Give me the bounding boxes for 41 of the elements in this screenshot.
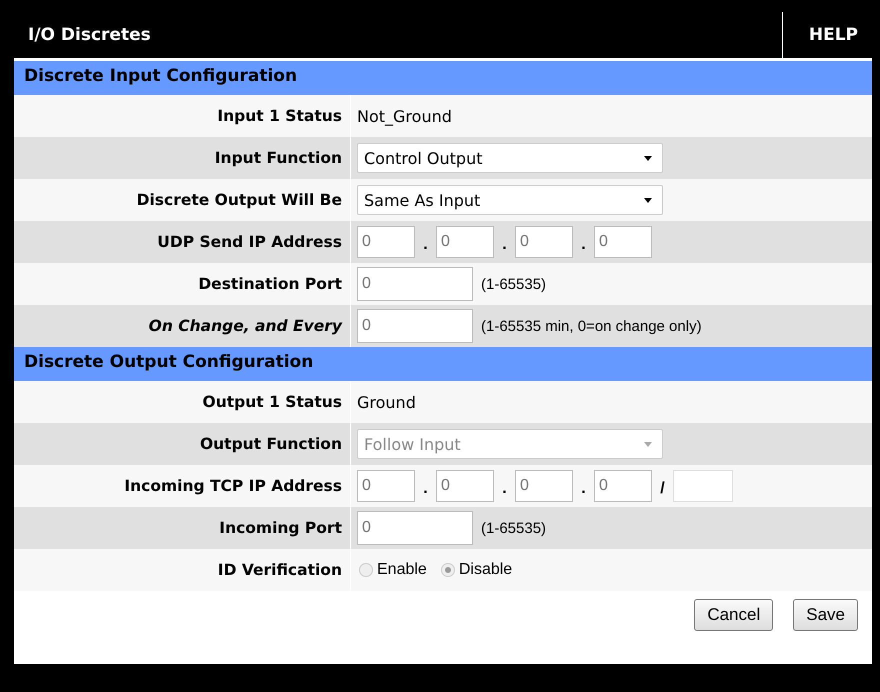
dropdown[interactable]: Control Output: [357, 143, 663, 173]
hint-text: (1-65535): [481, 276, 546, 292]
caret-icon: [644, 442, 652, 447]
hint-text: (1-65535): [481, 520, 546, 536]
caret-icon: [644, 198, 652, 203]
separator: .: [501, 236, 508, 255]
help-link[interactable]: HELP: [782, 12, 872, 58]
dropdown: Follow Input: [357, 429, 663, 459]
hint-text: (1-65535 min, 0=on change only): [481, 318, 702, 334]
field-label: ID Verification: [14, 549, 351, 591]
input-field[interactable]: 0: [357, 470, 415, 502]
input-field[interactable]: 0: [594, 226, 652, 258]
section-header: Discrete Input Configuration: [14, 61, 872, 95]
radio-button[interactable]: [359, 563, 373, 577]
input-field[interactable]: 0: [357, 511, 473, 545]
input-field[interactable]: 0: [436, 470, 494, 502]
separator: .: [580, 480, 587, 499]
input-field[interactable]: 0: [515, 470, 573, 502]
separator: .: [422, 236, 429, 255]
section-header: Discrete Output Configuration: [14, 347, 872, 381]
dropdown[interactable]: Same As Input: [357, 185, 663, 215]
status-value: Not_Ground: [357, 106, 452, 126]
separator: .: [501, 480, 508, 499]
input-field[interactable]: 0: [357, 226, 415, 258]
separator: .: [580, 236, 587, 255]
separator: .: [422, 480, 429, 499]
input-field[interactable]: 0: [357, 267, 473, 301]
radio-label: Disable: [458, 561, 512, 579]
status-value: Ground: [357, 392, 416, 412]
input-field[interactable]: 0: [594, 470, 652, 502]
separator: /: [659, 480, 666, 499]
page-title: I/O Discretes: [27, 25, 152, 45]
caret-icon: [644, 156, 652, 161]
input-field[interactable]: 0: [436, 226, 494, 258]
input-field[interactable]: 0: [515, 226, 573, 258]
input-field[interactable]: 0: [357, 309, 473, 343]
action-button[interactable]: Save: [793, 599, 858, 631]
radio-button[interactable]: [440, 563, 455, 577]
input-field[interactable]: [673, 470, 733, 502]
action-button[interactable]: Cancel: [694, 599, 774, 631]
radio-label: Enable: [377, 561, 427, 579]
